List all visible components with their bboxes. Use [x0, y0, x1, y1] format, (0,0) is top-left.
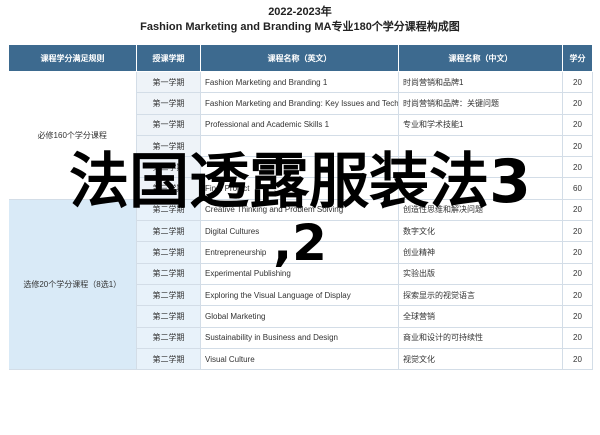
- credits-cell: 20: [562, 241, 593, 264]
- course-name-zh: 时尚营销和品牌：关键问题: [398, 92, 563, 115]
- course-name-zh: [398, 177, 563, 200]
- course-name-zh: 全球营销: [398, 305, 563, 328]
- course-name-zh: 时尚营销和品牌1: [398, 71, 563, 94]
- header-row: 课程学分满足规则 授课学期 课程名称（英文） 课程名称（中文） 学分: [8, 44, 593, 72]
- term-cell: 第二学期: [136, 220, 201, 243]
- term-cell: 第二学期: [136, 305, 201, 328]
- credits-cell: 20: [562, 199, 593, 222]
- course-name-zh: [398, 156, 563, 179]
- credits-cell: 20: [562, 263, 593, 285]
- course-name-en: Sustainability in Business and Design: [200, 327, 399, 349]
- credits-cell: 20: [562, 284, 593, 307]
- course-name-en: Global Marketing: [200, 305, 399, 328]
- course-name-zh: 商业和设计的可持续性: [398, 327, 563, 349]
- title-block: 2022-2023年 Fashion Marketing and Brandin…: [0, 0, 600, 40]
- credits-cell: 20: [562, 135, 593, 158]
- course-name-zh: 视觉文化: [398, 348, 563, 371]
- course-name-zh: 创造性思维和解决问题: [398, 199, 563, 222]
- credits-cell: 20: [562, 220, 593, 243]
- credits-cell: 60: [562, 177, 593, 200]
- table-row: 必修160个学分课程 第一学期 Fashion Marketing and Bran…: [8, 71, 593, 200]
- header-name-zh: 课程名称（中文）: [398, 44, 563, 72]
- course-name-en: Digital Cultures: [200, 220, 399, 243]
- curriculum-table: 课程学分满足规则 授课学期 课程名称（英文） 课程名称（中文） 学分 必修160…: [8, 44, 593, 371]
- header-credits: 学分: [562, 44, 593, 72]
- course-name-zh: 探索显示的视觉语言: [398, 284, 563, 307]
- course-name-zh: 专业和学术技能1: [398, 114, 563, 136]
- course-name-en: Creative Thinking and Problem Solving: [200, 199, 399, 222]
- course-name-en: Visual Culture: [200, 348, 399, 371]
- table-body: 必修160个学分课程 第一学期 Fashion Marketing and Bran…: [8, 71, 593, 371]
- term-cell: 第二学期: [136, 348, 201, 371]
- title-year: 2022-2023年: [268, 6, 332, 18]
- course-name-en: [200, 156, 399, 179]
- header-name-en: 课程名称（英文）: [200, 44, 399, 72]
- term-cell: 第二学期: [136, 199, 201, 222]
- credits-cell: 20: [562, 348, 593, 371]
- course-name-en: Professional and Academic Skills 1: [200, 114, 399, 136]
- course-name-zh: 实验出版: [398, 263, 563, 285]
- term-cell: 第一学期: [136, 135, 201, 158]
- group-label: 必修160个学分课程: [8, 71, 137, 200]
- term-cell: 第二学期: [136, 284, 201, 307]
- credits-cell: 20: [562, 71, 593, 94]
- title-program: Fashion Marketing and Branding MA专业180个学…: [140, 21, 460, 33]
- term-cell: 第二学期: [136, 241, 201, 264]
- course-name-zh: 创业精神: [398, 241, 563, 264]
- term-cell: 第一学期: [136, 114, 201, 136]
- course-name-en: Fashion Marketing and Branding 1: [200, 71, 399, 94]
- credits-cell: 20: [562, 114, 593, 136]
- term-cell: 第三学期: [136, 156, 201, 179]
- course-name-en: Experimental Publishing: [200, 263, 399, 285]
- course-name-zh: [398, 135, 563, 158]
- header-term: 授课学期: [136, 44, 201, 72]
- credits-cell: 20: [562, 327, 593, 349]
- course-name-en: Fashion Marketing and Branding: Key Issu…: [200, 92, 399, 115]
- term-cell: 第一学期: [136, 71, 201, 94]
- course-name-en: Exploring the Visual Language of Display: [200, 284, 399, 307]
- term-cell: 第三学期: [136, 177, 201, 200]
- course-name-en: [200, 135, 399, 158]
- table-row: 选修20个学分课程（8选1） 第二学期 Creative Thinking and …: [8, 199, 593, 371]
- term-cell: 第一学期: [136, 92, 201, 115]
- credits-cell: 20: [562, 305, 593, 328]
- group-label: 选修20个学分课程（8选1）: [8, 199, 137, 371]
- term-cell: 第二学期: [136, 263, 201, 285]
- course-name-en: Final Project: [200, 177, 399, 200]
- term-cell: 第二学期: [136, 327, 201, 349]
- credits-cell: 20: [562, 156, 593, 179]
- header-group: 课程学分满足规则: [8, 44, 137, 72]
- course-name-en: Entrepreneurship: [200, 241, 399, 264]
- course-name-zh: 数字文化: [398, 220, 563, 243]
- credits-cell: 20: [562, 92, 593, 115]
